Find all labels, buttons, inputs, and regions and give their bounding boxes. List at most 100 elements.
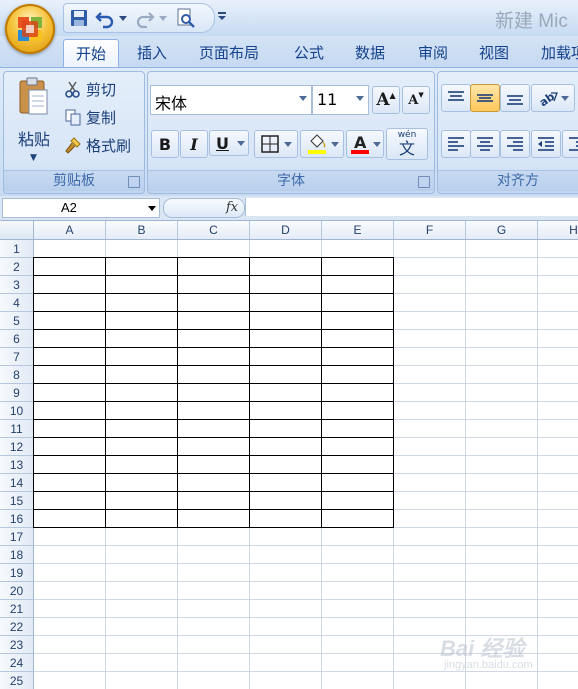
tab-formulas[interactable]: 公式 [294, 42, 324, 63]
fill-color-button[interactable] [300, 130, 344, 158]
borders-button[interactable] [254, 130, 298, 158]
align-right-button[interactable] [500, 130, 530, 158]
column-header-h[interactable]: H [538, 221, 578, 240]
tab-add-ins[interactable]: 加载项 [541, 42, 578, 63]
tab-page-layout[interactable]: 页面布局 [199, 42, 259, 63]
cut-label: 剪切 [86, 80, 117, 99]
row-header-7[interactable]: 7 [0, 348, 34, 366]
row-header-18[interactable]: 18 [0, 546, 34, 564]
row-header-10[interactable]: 10 [0, 402, 34, 420]
orientation-button[interactable]: ab [531, 84, 575, 112]
font-size-select[interactable]: 11 [312, 85, 369, 115]
undo-dropdown-icon[interactable] [119, 16, 127, 21]
row-header-12[interactable]: 12 [0, 438, 34, 456]
tab-insert[interactable]: 插入 [137, 42, 167, 63]
copy-button[interactable]: 复制 [64, 106, 116, 128]
font-name-select[interactable]: 宋体 [150, 85, 312, 115]
formula-input[interactable] [245, 198, 578, 216]
row-header-1[interactable]: 1 [0, 240, 34, 258]
tab-view[interactable]: 视图 [479, 42, 509, 63]
column-header-c[interactable]: C [178, 221, 250, 240]
row-header-24[interactable]: 24 [0, 654, 34, 672]
row-header-14[interactable]: 14 [0, 474, 34, 492]
worksheet-grid[interactable]: A B C D E F G H 1 2 3 4 5 6 7 8 9 10 11 12 13 14 15 16 17 18 19 20 2… [0, 221, 578, 689]
underline-dropdown-icon[interactable] [237, 140, 245, 146]
clipboard-dialog-launcher-icon[interactable] [128, 176, 140, 188]
align-middle-button[interactable] [470, 84, 500, 112]
column-header-e[interactable]: E [322, 221, 394, 240]
tab-review[interactable]: 审阅 [418, 42, 448, 63]
table-border-horizontal [33, 437, 394, 438]
align-top-button[interactable] [441, 84, 471, 112]
row-header-22[interactable]: 22 [0, 618, 34, 636]
row-header-9[interactable]: 9 [0, 384, 34, 402]
underline-button[interactable]: U [209, 130, 249, 156]
row-header-21[interactable]: 21 [0, 600, 34, 618]
cut-button[interactable]: 剪切 [64, 78, 116, 100]
row-header-19[interactable]: 19 [0, 564, 34, 582]
select-all-corner[interactable] [0, 221, 34, 240]
font-dialog-launcher-icon[interactable] [418, 176, 430, 188]
save-icon[interactable] [68, 7, 90, 29]
align-left-button[interactable] [441, 130, 471, 158]
row-header-4[interactable]: 4 [0, 294, 34, 312]
gridline-vertical [537, 240, 538, 689]
column-header-g[interactable]: G [466, 221, 538, 240]
row-header-15[interactable]: 15 [0, 492, 34, 510]
undo-icon[interactable] [94, 7, 116, 29]
row-header-20[interactable]: 20 [0, 582, 34, 600]
insert-function-button[interactable]: fx [163, 198, 245, 218]
borders-dropdown-icon[interactable] [284, 141, 292, 147]
row-header-2[interactable]: 2 [0, 258, 34, 276]
phonetic-glyph: 文 [398, 139, 415, 158]
grow-font-button[interactable]: A ▲ [372, 86, 400, 114]
row-header-16[interactable]: 16 [0, 510, 34, 528]
row-header-6[interactable]: 6 [0, 330, 34, 348]
bold-button[interactable]: B [151, 130, 179, 158]
paste-button[interactable]: 粘贴 ▼ [10, 74, 54, 163]
row-header-8[interactable]: 8 [0, 366, 34, 384]
italic-button[interactable]: I [180, 130, 208, 158]
customize-qat-icon[interactable] [215, 8, 229, 24]
align-bottom-icon [507, 95, 523, 105]
row-header-25[interactable]: 25 [0, 672, 34, 689]
font-group-label: 字体 [148, 170, 434, 191]
row-header-11[interactable]: 11 [0, 420, 34, 438]
row-header-5[interactable]: 5 [0, 312, 34, 330]
office-button[interactable] [5, 4, 55, 54]
row-header-17[interactable]: 17 [0, 528, 34, 546]
increase-indent-button[interactable] [562, 130, 578, 158]
align-center-icon [477, 137, 493, 151]
row-header-13[interactable]: 13 [0, 456, 34, 474]
scissors-icon [65, 81, 80, 98]
tab-home[interactable]: 开始 [63, 39, 120, 69]
redo-dropdown-icon[interactable] [159, 16, 167, 21]
name-box-dropdown-icon[interactable] [148, 206, 156, 211]
orientation-dropdown-icon[interactable] [561, 95, 569, 101]
alignment-group: ab 对齐方 [437, 71, 578, 194]
formula-bar: A2 fx [0, 196, 578, 221]
align-bottom-button[interactable] [500, 84, 530, 112]
print-preview-icon[interactable] [174, 7, 196, 29]
align-center-button[interactable] [470, 130, 500, 158]
font-name-dropdown-icon[interactable] [299, 96, 307, 101]
column-header-d[interactable]: D [250, 221, 322, 240]
tab-data[interactable]: 数据 [355, 42, 385, 63]
paste-dropdown-icon[interactable]: ▼ [30, 153, 37, 163]
name-box[interactable]: A2 [2, 198, 160, 218]
decrease-indent-button[interactable] [531, 130, 561, 158]
format-painter-button[interactable]: 格式刷 [64, 134, 131, 156]
font-color-dropdown-icon[interactable] [373, 141, 381, 147]
row-header-3[interactable]: 3 [0, 276, 34, 294]
fill-color-dropdown-icon[interactable] [330, 141, 339, 147]
font-size-dropdown-icon[interactable] [356, 96, 364, 101]
gridline-horizontal [34, 581, 578, 582]
redo-icon[interactable] [134, 7, 156, 29]
shrink-font-button[interactable]: A ▼ [402, 86, 430, 114]
font-color-button[interactable]: A [346, 130, 384, 158]
column-header-b[interactable]: B [106, 221, 178, 240]
phonetic-button[interactable]: wén 文 [386, 128, 428, 160]
column-header-f[interactable]: F [394, 221, 466, 240]
row-header-23[interactable]: 23 [0, 636, 34, 654]
column-header-a[interactable]: A [34, 221, 106, 240]
